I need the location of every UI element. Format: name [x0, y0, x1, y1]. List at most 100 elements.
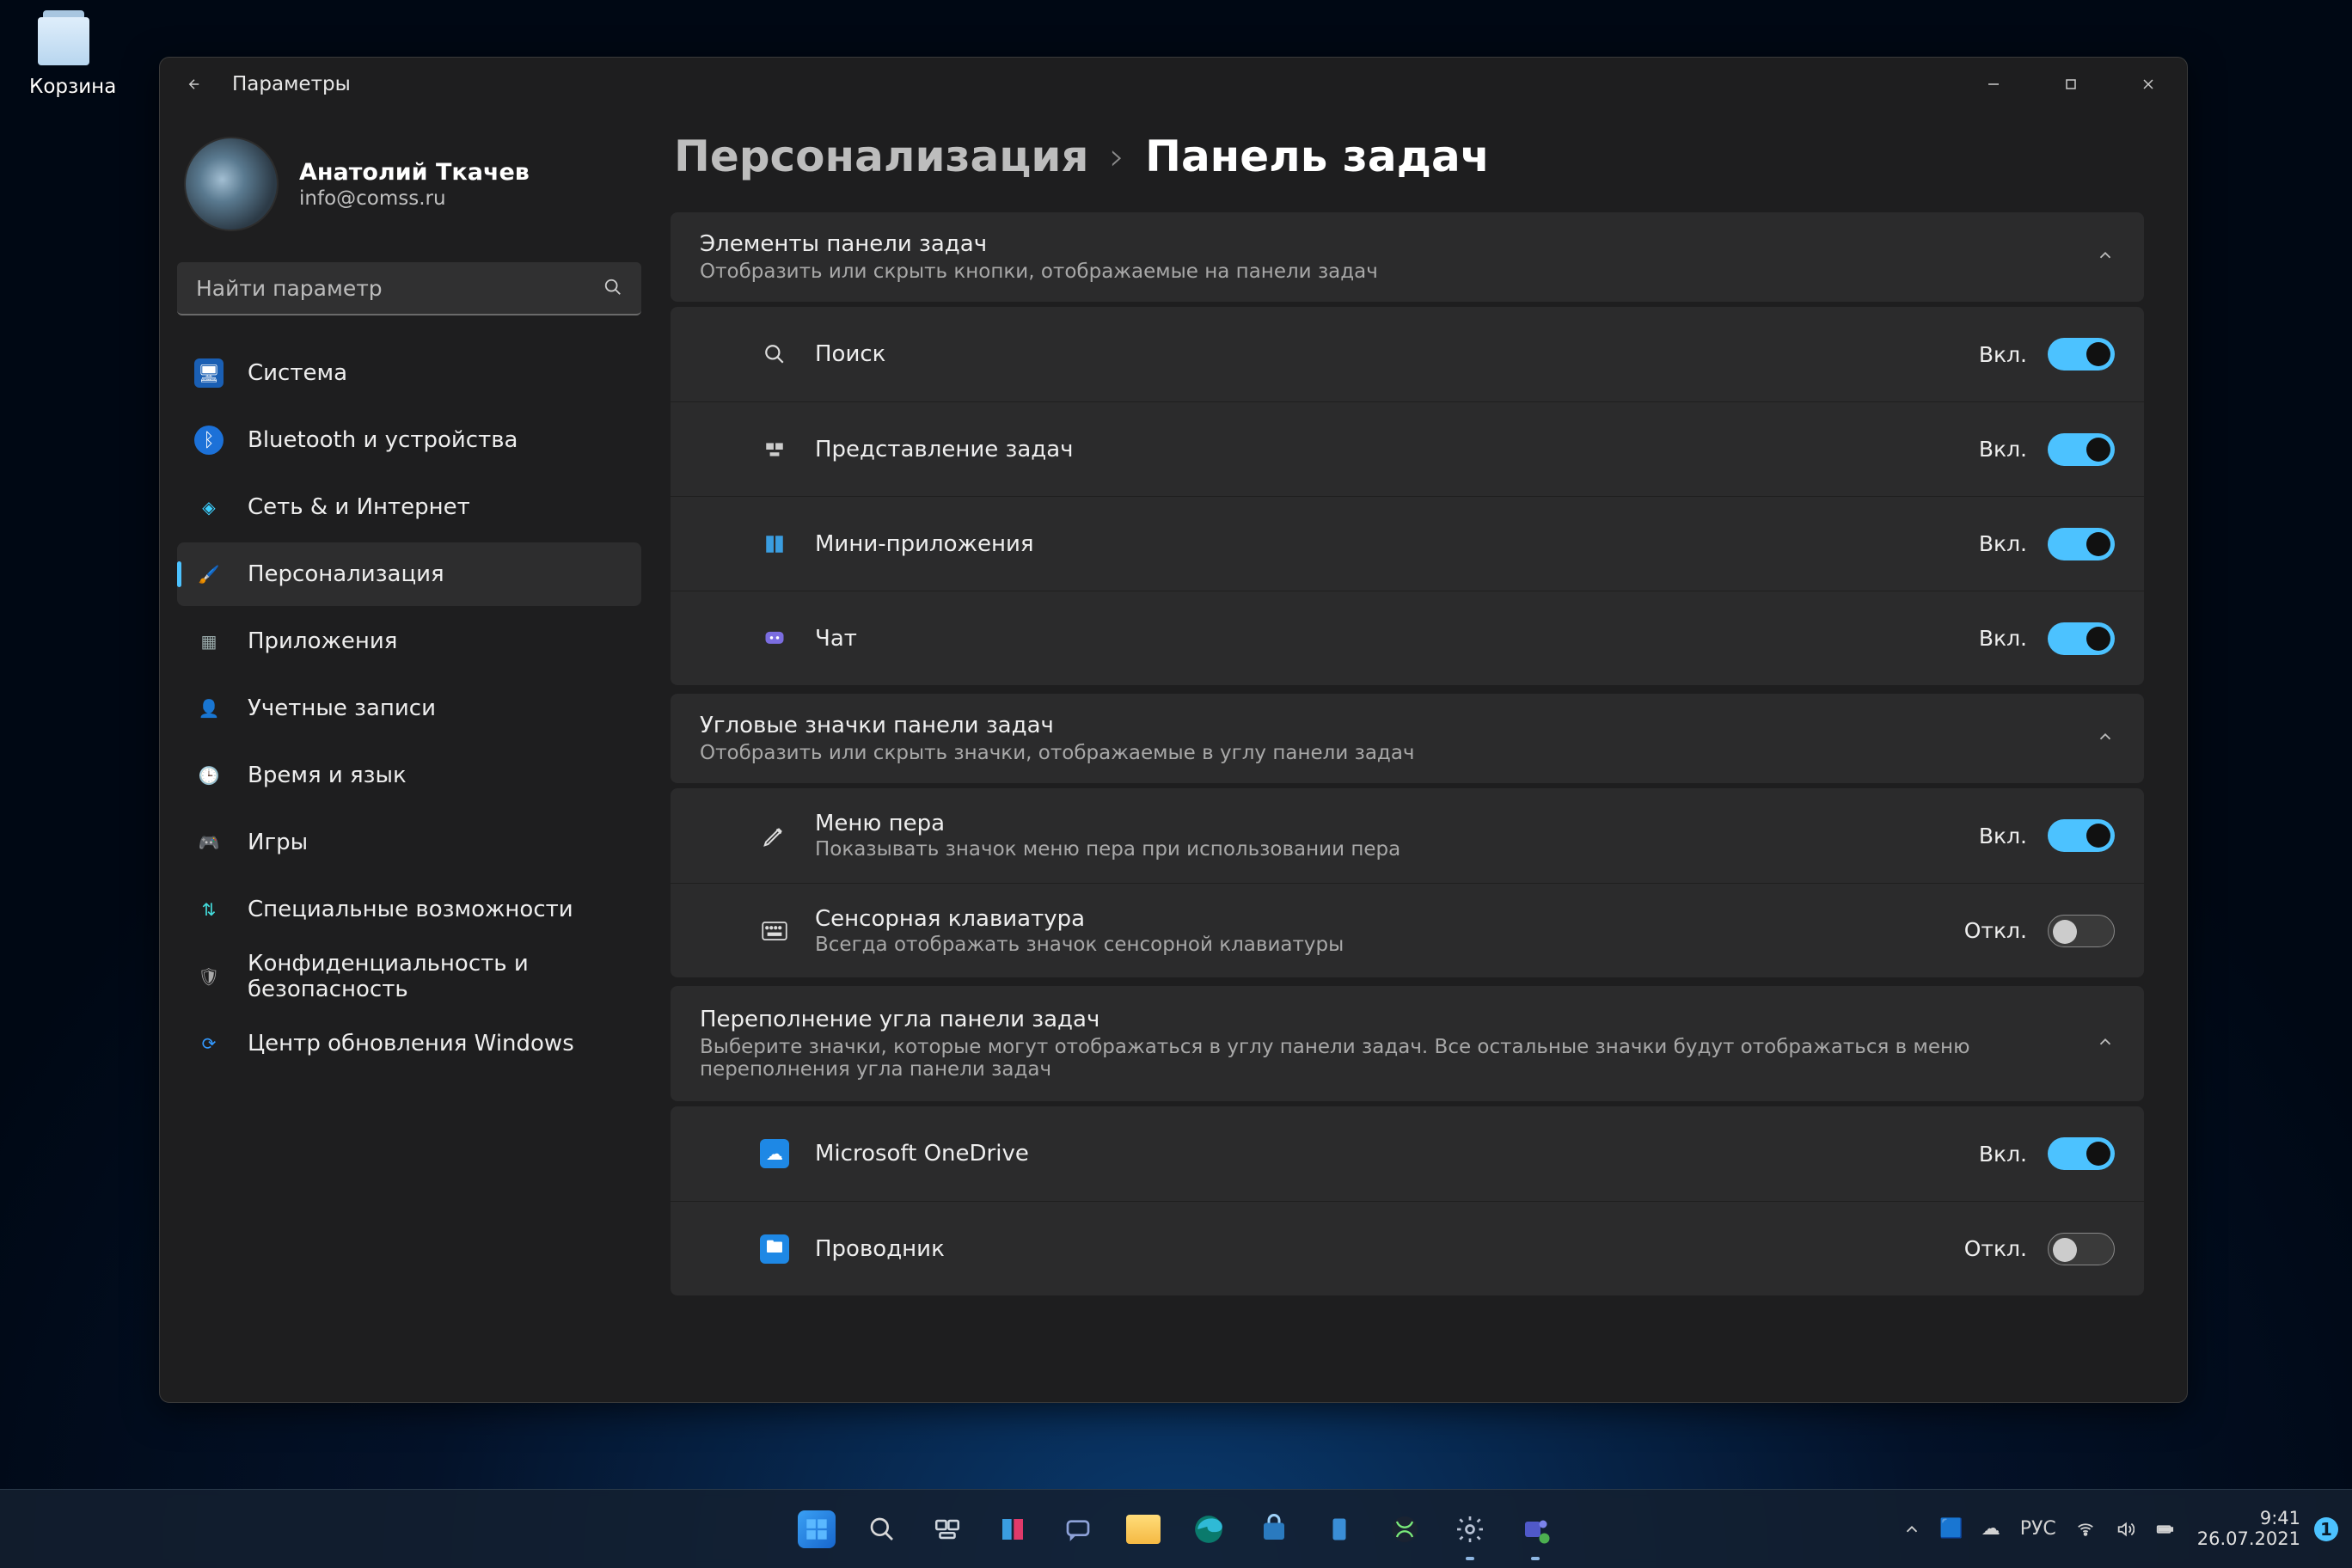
sidebar-item-apps[interactable]: ▦ Приложения	[177, 609, 641, 673]
sidebar-item-label: Время и язык	[248, 763, 407, 788]
toggle-explorer[interactable]	[2048, 1233, 2115, 1265]
gaming-icon: 🎮	[194, 828, 224, 857]
sidebar-item-label: Персонализация	[248, 561, 444, 587]
section-subtitle: Выберите значки, которые могут отображат…	[700, 1036, 1972, 1081]
teams-icon[interactable]	[1510, 1504, 1561, 1555]
explorer-icon[interactable]	[1118, 1504, 1169, 1555]
accessibility-icon: ⇅	[194, 895, 224, 924]
apps-icon: ▦	[194, 627, 224, 656]
toggle-pen[interactable]	[2048, 819, 2115, 852]
maximize-button[interactable]	[2032, 58, 2110, 111]
widgets-icon	[756, 533, 793, 555]
window-title: Параметры	[232, 73, 351, 95]
task-view-icon[interactable]	[922, 1504, 973, 1555]
clock[interactable]: 9:41 26.07.2021	[2197, 1509, 2300, 1548]
section-title: Угловые значки панели задач	[700, 713, 1415, 738]
toggle-touchkb[interactable]	[2048, 915, 2115, 947]
update-icon: ⟳	[194, 1029, 224, 1058]
system-tray: 🟦 ☁ РУС 9:41 26.07.2021 1	[1896, 1509, 2338, 1548]
time-icon: 🕒	[194, 761, 224, 790]
toggle-taskview[interactable]	[2048, 433, 2115, 466]
taskbar-center	[791, 1504, 1561, 1555]
taskview-icon	[756, 438, 793, 461]
search-input[interactable]	[177, 262, 641, 315]
row-title: Меню пера	[815, 811, 1400, 836]
sidebar-item-gaming[interactable]: 🎮 Игры	[177, 811, 641, 874]
widgets-icon[interactable]	[987, 1504, 1038, 1555]
onedrive-tray-icon[interactable]: ☁	[1975, 1514, 2006, 1545]
toggle-search[interactable]	[2048, 338, 2115, 371]
chevron-up-icon	[2096, 246, 2115, 268]
store-icon[interactable]	[1248, 1504, 1300, 1555]
sidebar-item-network[interactable]: ◈ Сеть & и Интернет	[177, 475, 641, 539]
notification-badge[interactable]: 1	[2314, 1517, 2338, 1541]
section-title: Элементы панели задач	[700, 231, 1378, 257]
personalization-icon: 🖌️	[194, 560, 224, 589]
taskbar-search-icon[interactable]	[856, 1504, 908, 1555]
profile-name: Анатолий Ткачев	[299, 159, 530, 186]
section-corner-icons-header[interactable]: Угловые значки панели задач Отобразить и…	[671, 694, 2144, 783]
breadcrumb-current: Панель задач	[1145, 132, 1490, 181]
edge-icon[interactable]	[1183, 1504, 1234, 1555]
toggle-onedrive[interactable]	[2048, 1137, 2115, 1170]
xbox-icon[interactable]	[1379, 1504, 1430, 1555]
row-title: Microsoft OneDrive	[815, 1141, 1029, 1167]
section-subtitle: Отобразить или скрыть значки, отображаем…	[700, 742, 1415, 764]
taskbar: 🟦 ☁ РУС 9:41 26.07.2021 1	[0, 1489, 2352, 1568]
wifi-icon[interactable]	[2070, 1514, 2101, 1545]
row-title: Поиск	[815, 341, 885, 367]
toggle-widgets[interactable]	[2048, 528, 2115, 560]
settings-icon[interactable]	[1444, 1504, 1496, 1555]
toggle-state: Вкл.	[1979, 437, 2027, 462]
clock-date: 26.07.2021	[2197, 1529, 2300, 1549]
toggle-state: Вкл.	[1979, 626, 2027, 651]
section-overflow-header[interactable]: Переполнение угла панели задач Выберите …	[671, 986, 2144, 1101]
battery-icon[interactable]	[2149, 1514, 2180, 1545]
language-indicator[interactable]: РУС	[2020, 1518, 2056, 1540]
setting-row-explorer: 🖿 Проводник Откл.	[671, 1201, 2144, 1295]
chevron-up-icon	[2096, 727, 2115, 750]
sidebar-item-bluetooth[interactable]: ᛒ Bluetooth и устройства	[177, 408, 641, 472]
search-box[interactable]	[177, 262, 641, 315]
tray-app-icon[interactable]: 🟦	[1936, 1514, 1967, 1545]
mobile-icon[interactable]	[1314, 1504, 1365, 1555]
minimize-button[interactable]	[1955, 58, 2032, 111]
onedrive-icon: ☁	[756, 1139, 793, 1168]
sidebar-item-time[interactable]: 🕒 Время и язык	[177, 744, 641, 807]
section-taskbar-items-header[interactable]: Элементы панели задач Отобразить или скр…	[671, 212, 2144, 302]
chat-icon	[756, 627, 793, 651]
sidebar-item-accounts[interactable]: 👤 Учетные записи	[177, 677, 641, 740]
sidebar-item-system[interactable]: 🖥 Система	[177, 341, 641, 405]
recycle-bin[interactable]: Корзина	[29, 17, 98, 98]
start-button[interactable]	[791, 1504, 842, 1555]
sidebar-item-personalization[interactable]: 🖌️ Персонализация	[177, 542, 641, 606]
volume-icon[interactable]	[2110, 1514, 2141, 1545]
chevron-up-icon	[2096, 1032, 2115, 1055]
close-button[interactable]	[2110, 58, 2187, 111]
toggle-state: Вкл.	[1979, 531, 2027, 556]
toggle-state: Вкл.	[1979, 342, 2027, 367]
setting-row-chat: Чат Вкл.	[671, 591, 2144, 685]
accounts-icon: 👤	[194, 694, 224, 723]
setting-row-widgets: Мини-приложения Вкл.	[671, 496, 2144, 591]
settings-window: Параметры Анатолий Ткачев info@comss.ru	[159, 57, 2188, 1403]
sidebar-item-label: Специальные возможности	[248, 897, 573, 922]
toggle-chat[interactable]	[2048, 622, 2115, 655]
chat-icon[interactable]	[1052, 1504, 1104, 1555]
toggle-state: Вкл.	[1979, 1142, 2027, 1167]
profile[interactable]: Анатолий Ткачев info@comss.ru	[177, 137, 641, 262]
section-overflow-body: ☁ Microsoft OneDrive Вкл. 🖿 Проводник От…	[671, 1106, 2144, 1295]
sidebar-item-privacy[interactable]: 🛡 Конфиденциальность и безопасность	[177, 945, 641, 1008]
breadcrumb-parent[interactable]: Персонализация	[674, 132, 1088, 181]
back-button[interactable]	[177, 67, 211, 101]
clock-time: 9:41	[2197, 1509, 2300, 1528]
tray-overflow-icon[interactable]	[1896, 1514, 1927, 1545]
avatar	[184, 137, 279, 231]
setting-row-onedrive: ☁ Microsoft OneDrive Вкл.	[671, 1106, 2144, 1201]
sidebar-item-update[interactable]: ⟳ Центр обновления Windows	[177, 1012, 641, 1075]
sidebar-item-accessibility[interactable]: ⇅ Специальные возможности	[177, 878, 641, 941]
sidebar-item-label: Конфиденциальность и безопасность	[248, 951, 629, 1002]
recycle-bin-label: Корзина	[29, 76, 98, 98]
sidebar-item-label: Центр обновления Windows	[248, 1031, 574, 1057]
sidebar: Анатолий Ткачев info@comss.ru 🖥 Системаᛒ…	[160, 111, 658, 1402]
